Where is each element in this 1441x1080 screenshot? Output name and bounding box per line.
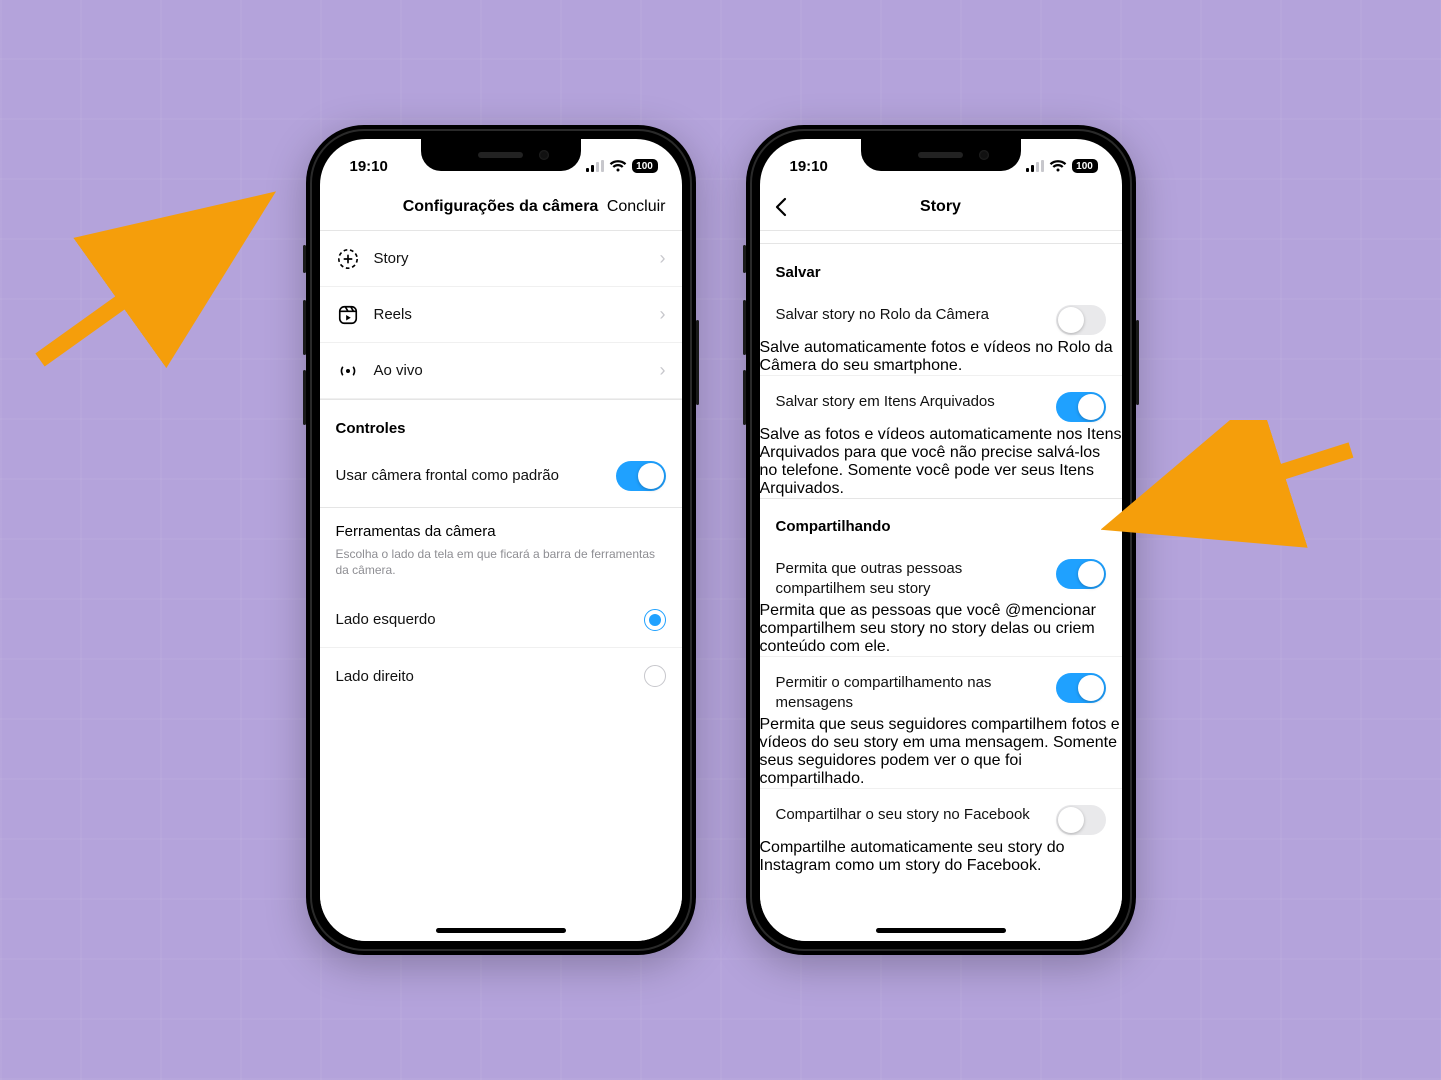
toggle-front-camera[interactable] — [616, 461, 666, 491]
phone-frame-left: 19:10 100 Configurações da câmera Conclu… — [306, 125, 696, 955]
tools-desc: Escolha o lado da tela em que ficará a b… — [336, 546, 666, 578]
status-time: 19:10 — [790, 158, 828, 175]
section-controls: Controles — [320, 400, 682, 445]
cellular-icon — [586, 160, 604, 172]
toggle-share-allow[interactable] — [1056, 559, 1106, 589]
front-camera-label: Usar câmera frontal como padrão — [336, 467, 602, 484]
chevron-right-icon: › — [660, 248, 666, 269]
live-icon — [336, 360, 360, 382]
cellular-icon — [1026, 160, 1044, 172]
battery-icon: 100 — [1072, 159, 1098, 173]
save-arch-title: Salvar story em Itens Arquivados — [776, 392, 1044, 412]
save-roll-desc: Salve automaticamente fotos e vídeos no … — [760, 339, 1122, 375]
toggle-share-fb[interactable] — [1056, 805, 1106, 835]
page-title: Configurações da câmera — [403, 198, 599, 216]
section-share: Compartilhando — [760, 498, 1122, 543]
right-side-label: Lado direito — [336, 668, 630, 685]
radio-left-side[interactable]: Lado esquerdo — [320, 592, 682, 648]
row-story[interactable]: Story › — [320, 231, 682, 287]
share-allow-title: Permita que outras pessoas compartilhem … — [776, 559, 1044, 598]
phone-frame-right: 19:10 100 Story — [746, 125, 1136, 955]
annotation-arrow-right — [1101, 420, 1361, 580]
row-reels-label: Reels — [374, 306, 646, 323]
annotation-arrow-left — [20, 180, 280, 380]
share-fb-desc: Compartilhe automaticamente seu story do… — [760, 839, 1122, 875]
chevron-left-icon — [774, 197, 788, 217]
wifi-icon — [609, 160, 627, 172]
row-reels[interactable]: Reels › — [320, 287, 682, 343]
toggle-save-roll[interactable] — [1056, 305, 1106, 335]
navbar: Configurações da câmera Concluir — [320, 183, 682, 231]
radio-right[interactable] — [644, 665, 666, 687]
chevron-right-icon: › — [660, 304, 666, 325]
home-indicator[interactable] — [876, 928, 1006, 933]
toggle-save-arch[interactable] — [1056, 392, 1106, 422]
row-front-camera: Usar câmera frontal como padrão — [320, 445, 682, 507]
section-save: Salvar — [760, 244, 1122, 289]
navbar: Story — [760, 183, 1122, 231]
tools-title: Ferramentas da câmera — [336, 523, 666, 540]
reels-icon — [336, 304, 360, 326]
radio-left[interactable] — [644, 609, 666, 631]
radio-right-side[interactable]: Lado direito — [320, 648, 682, 704]
done-button[interactable]: Concluir — [607, 183, 666, 230]
row-live[interactable]: Ao vivo › — [320, 343, 682, 399]
toggle-share-msg[interactable] — [1056, 673, 1106, 703]
story-plus-icon — [336, 248, 360, 270]
status-time: 19:10 — [350, 158, 388, 175]
save-roll-title: Salvar story no Rolo da Câmera — [776, 305, 1044, 325]
wifi-icon — [1049, 160, 1067, 172]
chevron-right-icon: › — [660, 360, 666, 381]
share-msg-desc: Permita que seus seguidores compartilhem… — [760, 716, 1122, 788]
share-allow-desc: Permita que as pessoas que você @mencion… — [760, 602, 1122, 656]
row-story-label: Story — [374, 250, 646, 267]
share-fb-title: Compartilhar o seu story no Facebook — [776, 805, 1044, 825]
battery-icon: 100 — [632, 159, 658, 173]
home-indicator[interactable] — [436, 928, 566, 933]
page-title: Story — [920, 198, 961, 216]
share-msg-title: Permitir o compartilhamento nas mensagen… — [776, 673, 1006, 712]
save-arch-desc: Salve as fotos e vídeos automaticamente … — [760, 426, 1122, 498]
back-button[interactable] — [774, 183, 788, 230]
row-live-label: Ao vivo — [374, 362, 646, 379]
left-side-label: Lado esquerdo — [336, 611, 630, 628]
